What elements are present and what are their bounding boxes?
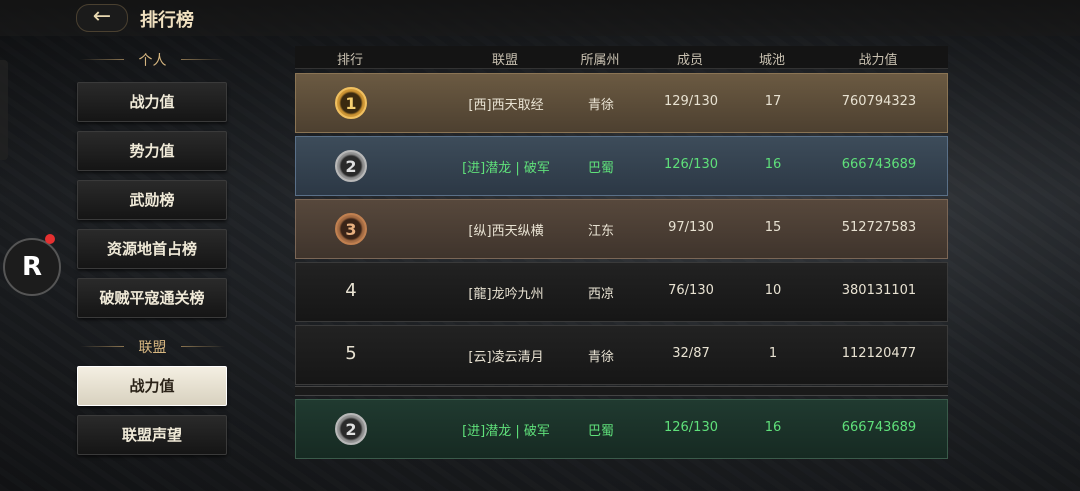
rank-3-medal-icon: 3 — [335, 213, 367, 245]
divider — [80, 59, 124, 60]
alliance-cities: 16 — [764, 157, 782, 172]
nav-alliance-power[interactable]: 战力值 — [77, 366, 227, 406]
rank-number: 4 — [345, 280, 357, 301]
alliance-cities: 17 — [764, 94, 782, 109]
alliance-cities: 16 — [764, 420, 782, 435]
alliance-power: 760794323 — [841, 94, 917, 109]
nav-personal-bandit[interactable]: 破贼平寇通关榜 — [77, 278, 227, 318]
nav-personal-resource[interactable]: 资源地首占榜 — [77, 229, 227, 269]
divider — [80, 346, 124, 347]
section-alliance: 联盟 — [80, 337, 225, 357]
header-cities: 城池 — [758, 53, 785, 68]
page-title: 排行榜 — [140, 10, 194, 31]
section-personal: 个人 — [80, 50, 225, 70]
rank-2-medal-icon: 2 — [335, 150, 367, 182]
list-separator — [295, 386, 948, 396]
table-row[interactable]: 1 [西]西天取经 青徐 129/130 17 760794323 — [295, 73, 948, 133]
back-arrow-icon[interactable]: ← — [76, 4, 128, 32]
nav-alliance-reputation[interactable]: 联盟声望 — [77, 415, 227, 455]
r-logo-icon[interactable]: R — [3, 238, 61, 296]
rank-2-medal-icon: 2 — [335, 413, 367, 445]
alliance-power: 112120477 — [841, 346, 917, 361]
alliance-cities: 10 — [764, 283, 782, 298]
alliance-power: 512727583 — [841, 220, 917, 235]
alliance-power: 666743689 — [841, 420, 917, 435]
rank-1-medal-icon: 1 — [335, 87, 367, 119]
nav-personal-merit[interactable]: 武勋榜 — [77, 180, 227, 220]
divider — [181, 346, 225, 347]
section-alliance-label: 联盟 — [138, 340, 167, 356]
rank-number: 5 — [345, 343, 357, 364]
table-row[interactable]: 4 [龍]龙吟九州 西凉 76/130 10 380131101 — [295, 262, 948, 322]
header-power: 战力值 — [858, 53, 898, 68]
alliance-cities: 15 — [764, 220, 782, 235]
alliance-power: 666743689 — [841, 157, 917, 172]
section-personal-label: 个人 — [138, 53, 167, 69]
alliance-power: 380131101 — [841, 283, 917, 298]
side-handle[interactable] — [0, 60, 8, 160]
table-row[interactable]: 2 [进]潜龙 | 破军 巴蜀 126/130 16 666743689 — [295, 136, 948, 196]
nav-personal-influence[interactable]: 势力值 — [77, 131, 227, 171]
table-row[interactable]: 5 [云]凌云清月 青徐 32/87 1 112120477 — [295, 325, 948, 385]
notification-dot-icon — [45, 234, 55, 244]
alliance-cities: 1 — [768, 346, 778, 361]
nav-personal-power[interactable]: 战力值 — [77, 82, 227, 122]
table-header: 排行 联盟 所属州 成员 城池 战力值 — [295, 46, 948, 69]
table-row[interactable]: 3 [纵]西天纵横 江东 97/130 15 512727583 — [295, 199, 948, 259]
divider — [181, 59, 225, 60]
header-rank: 排行 — [336, 53, 363, 68]
top-bar: ← 排行榜 — [0, 0, 1080, 36]
my-alliance-row[interactable]: 2 [进]潜龙 | 破军 巴蜀 126/130 16 666743689 — [295, 399, 948, 459]
